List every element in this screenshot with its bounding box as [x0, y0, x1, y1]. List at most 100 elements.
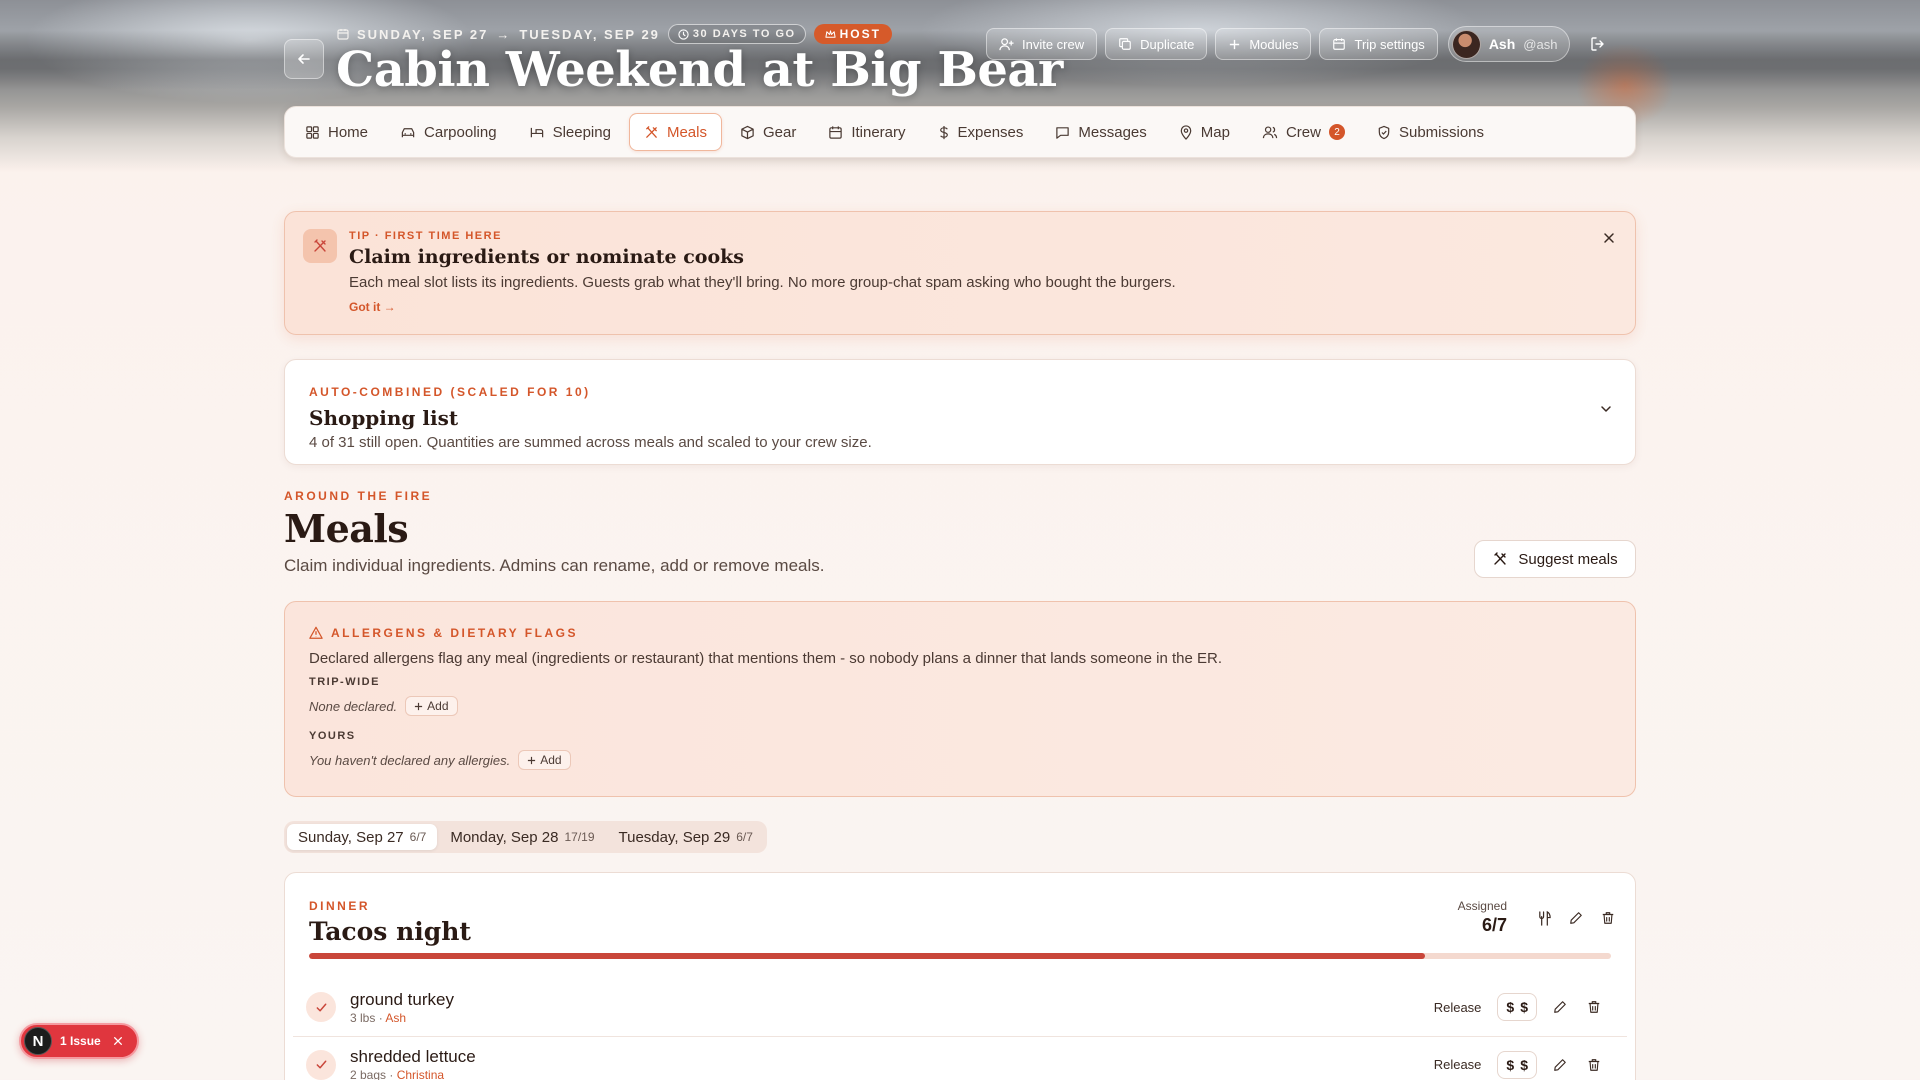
assigned-count: 6/7 — [1481, 915, 1507, 935]
cost-toggle[interactable]: $ $ — [1497, 993, 1537, 1021]
dollar-icon: $ — [1520, 1056, 1528, 1073]
logout-icon — [1591, 37, 1605, 51]
message-icon — [1056, 126, 1070, 139]
pencil-icon — [1554, 1058, 1566, 1071]
day-tab-tuesday[interactable]: Tuesday, Sep 29 6/7 — [608, 824, 764, 850]
tab-crew[interactable]: Crew 2 — [1248, 113, 1359, 151]
day-tab-monday[interactable]: Monday, Sep 28 17/19 — [439, 824, 605, 850]
issues-badge[interactable]: N 1 Issue — [19, 1023, 139, 1059]
tip-eyebrow: TIP · FIRST TIME HERE — [349, 230, 502, 242]
allergens-card: ALLERGENS & DIETARY FLAGS Declared aller… — [284, 601, 1636, 797]
tab-itinerary[interactable]: Itinerary — [814, 113, 919, 151]
tab-sleeping[interactable]: Sleeping — [515, 113, 625, 151]
tip-dismiss-link[interactable]: Got it → — [349, 300, 396, 314]
dev-tools-logo: N — [24, 1027, 52, 1055]
claimer-name[interactable]: Christina — [397, 1068, 444, 1080]
back-button[interactable] — [284, 39, 324, 79]
yours-label: YOURS — [309, 730, 356, 742]
tab-carpooling[interactable]: Carpooling — [386, 113, 511, 151]
date-arrow: → — [496, 26, 512, 42]
yours-row: You haven't declared any allergies. Add — [309, 750, 571, 770]
edit-meal-button[interactable] — [1565, 907, 1587, 929]
delete-ingredient-button[interactable] — [1583, 996, 1605, 1018]
user-plus-icon — [999, 37, 1014, 50]
ingredient-info: ground turkey 3 lbs · Ash — [350, 990, 454, 1025]
tip-title: Claim ingredients or nominate cooks — [349, 246, 744, 268]
cost-toggle[interactable]: $ $ — [1497, 1050, 1537, 1079]
utensils-icon — [1538, 910, 1551, 926]
page-title: Meals — [284, 506, 409, 551]
crown-icon — [824, 29, 836, 38]
shopping-summary: 4 of 31 still open. Quantities are summe… — [309, 434, 872, 451]
ingredient-info: shredded lettuce 2 bags · Christina — [350, 1047, 476, 1080]
close-icon[interactable] — [113, 1036, 123, 1046]
edit-ingredient-button[interactable] — [1549, 996, 1571, 1018]
ingredient-row: shredded lettuce 2 bags · Christina Rele… — [293, 1036, 1627, 1080]
trip-title: Cabin Weekend at Big Bear — [336, 42, 1063, 98]
nominate-cook-button[interactable] — [1533, 907, 1555, 929]
edit-ingredient-button[interactable] — [1549, 1054, 1571, 1076]
dollar-icon: $ — [1506, 1056, 1515, 1073]
tip-body: Each meal slot lists its ingredients. Gu… — [349, 274, 1176, 291]
suggest-meals-button[interactable]: Suggest meals — [1474, 540, 1636, 578]
tab-map[interactable]: Map — [1165, 113, 1244, 151]
close-icon — [1604, 233, 1614, 243]
claimer-name[interactable]: Ash — [385, 1011, 406, 1025]
tab-gear[interactable]: Gear — [726, 113, 810, 151]
clock-icon — [678, 28, 689, 40]
tab-expenses[interactable]: Expenses — [924, 113, 1038, 151]
user-menu[interactable]: Ash @ash — [1447, 26, 1571, 62]
section-eyebrow: AROUND THE FIRE — [284, 489, 433, 503]
expand-shopping-toggle[interactable] — [1599, 402, 1613, 421]
claimed-check[interactable] — [306, 1049, 336, 1080]
header-actions: Invite crew Duplicate Modules Trip setti… — [986, 26, 1614, 62]
add-my-allergen-button[interactable]: Add — [518, 750, 571, 770]
allergens-description: Declared allergens flag any meal (ingred… — [309, 650, 1223, 667]
day-tab-sunday[interactable]: Sunday, Sep 27 6/7 — [287, 824, 438, 850]
dollar-icon: $ — [1520, 999, 1528, 1015]
check-icon — [316, 1003, 326, 1011]
tab-submissions[interactable]: Submissions — [1363, 113, 1498, 151]
delete-meal-button[interactable] — [1597, 907, 1619, 929]
meal-title: Tacos night — [309, 917, 471, 946]
ingredient-actions: Release $ $ — [1434, 1050, 1605, 1079]
add-trip-allergen-button[interactable]: Add — [405, 696, 458, 716]
trip-dates: SUNDAY, SEP 27 → TUESDAY, SEP 29 30 DAYS… — [337, 24, 892, 44]
end-date: TUESDAY, SEP 29 — [519, 26, 660, 42]
trip-wide-row: None declared. Add — [309, 696, 458, 716]
warning-icon — [309, 626, 323, 639]
calendar-icon — [337, 29, 349, 40]
allergens-header: ALLERGENS & DIETARY FLAGS — [309, 626, 578, 640]
modules-button[interactable]: Modules — [1215, 28, 1312, 60]
ingredient-meta: 3 lbs · Ash — [350, 1010, 407, 1025]
yours-value: You haven't declared any allergies. — [309, 752, 511, 768]
ingredient-actions: Release $ $ — [1434, 993, 1605, 1021]
tip-banner: TIP · FIRST TIME HERE Claim ingredients … — [284, 211, 1636, 335]
tab-home[interactable]: Home — [291, 113, 382, 151]
tab-messages[interactable]: Messages — [1041, 113, 1160, 151]
logout-button[interactable] — [1582, 28, 1614, 60]
invite-crew-button[interactable]: Invite crew — [986, 28, 1098, 60]
trip-settings-button[interactable]: Trip settings — [1319, 28, 1438, 60]
shopping-list-card[interactable]: AUTO-COMBINED (SCALED FOR 10) Shopping l… — [284, 359, 1636, 465]
user-name: Ash — [1488, 36, 1516, 52]
days-to-go-badge: 30 DAYS TO GO — [667, 24, 806, 44]
shopping-eyebrow: AUTO-COMBINED (SCALED FOR 10) — [309, 385, 591, 399]
trash-icon — [1588, 1001, 1600, 1013]
delete-ingredient-button[interactable] — [1583, 1054, 1605, 1076]
module-tabs: Home Carpooling Sleeping Meals Gear Itin… — [284, 106, 1636, 158]
meal-slot-label: DINNER — [309, 899, 371, 913]
pencil-icon — [1570, 912, 1582, 924]
plus-icon — [1230, 39, 1240, 49]
close-tip-button[interactable] — [1597, 226, 1621, 250]
car-icon — [401, 127, 415, 137]
tab-meals[interactable]: Meals — [628, 113, 722, 151]
plus-icon — [415, 702, 423, 710]
chevron-down-icon — [1601, 406, 1611, 412]
users-icon — [1262, 125, 1278, 138]
release-button[interactable]: Release — [1434, 1057, 1482, 1072]
bed-icon — [530, 127, 543, 137]
duplicate-button[interactable]: Duplicate — [1105, 28, 1208, 60]
release-button[interactable]: Release — [1434, 1000, 1482, 1015]
claimed-check[interactable] — [306, 992, 336, 1022]
